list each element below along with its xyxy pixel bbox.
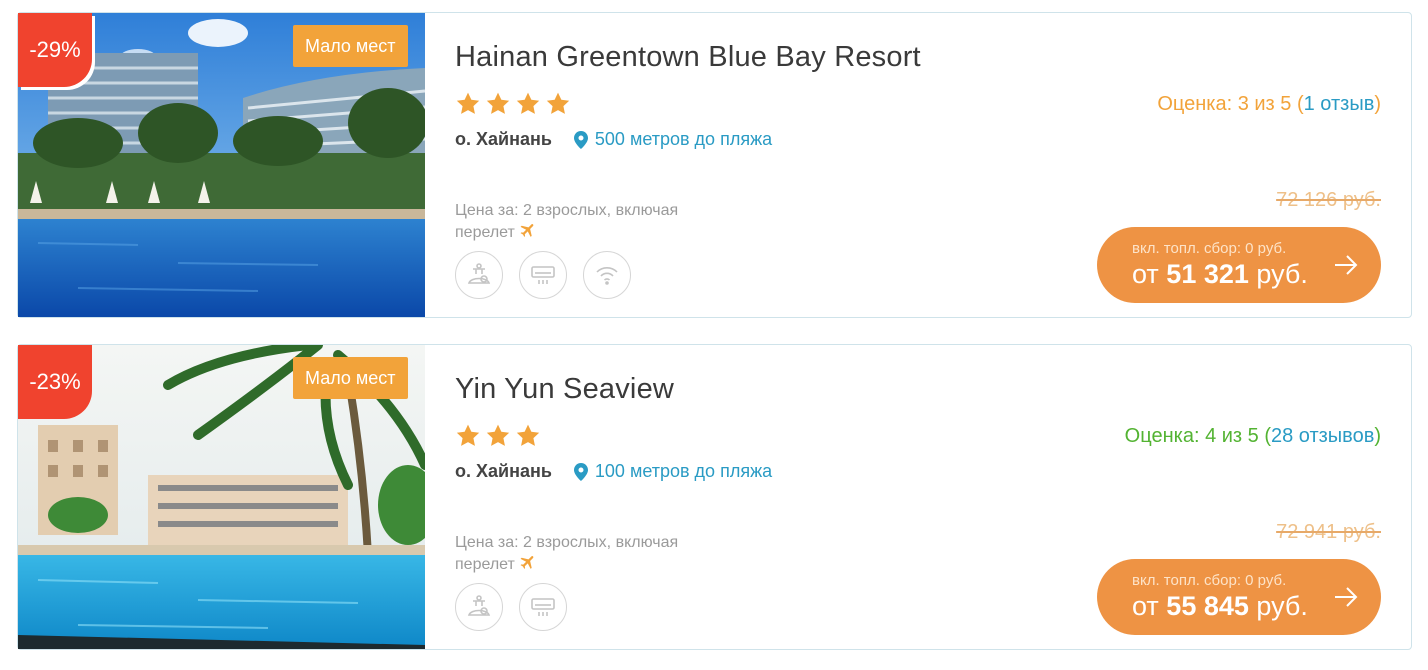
review-rating: Оценка: 3 из 5 (1 отзыв) (1157, 93, 1381, 116)
spa-icon[interactable] (455, 583, 503, 631)
arrow-right-icon (1333, 585, 1359, 614)
price-value: 55 845 (1166, 591, 1249, 621)
wifi-icon[interactable] (583, 251, 631, 299)
amenities-list (455, 583, 567, 631)
air-conditioner-icon[interactable] (519, 583, 567, 631)
fuel-fee-label: вкл. топл. сбор: 0 руб. (1132, 240, 1287, 257)
rating-prefix: Оценка: (1157, 93, 1238, 115)
rating-score: 4 (1205, 425, 1217, 447)
review-rating: Оценка: 4 из 5 (28 отзывов) (1125, 425, 1381, 448)
star-icon (516, 424, 540, 446)
island-label: о. Хайнань (455, 461, 552, 481)
price-currency: руб. (1248, 259, 1308, 289)
old-price: 72 126 руб. (1276, 189, 1381, 211)
location-row: о. Хайнань 500 метров до пляжа (455, 129, 772, 150)
star-icon (516, 92, 540, 114)
fuel-fee-label: вкл. топл. сбор: 0 руб. (1132, 572, 1287, 589)
rating-suffix: ) (1374, 425, 1381, 447)
hotel-card[interactable]: -23% Мало мест Yin Yun Seaview о. Хайнан… (17, 344, 1412, 650)
reviews-link[interactable]: 28 отзывов (1271, 425, 1374, 447)
price-for-label: Цена за: 2 взрослых, включая (455, 534, 679, 551)
price-from: от (1132, 591, 1167, 621)
price-label: от 55 845 руб. (1132, 591, 1308, 622)
price-label: от 51 321 руб. (1132, 259, 1308, 290)
rating-prefix: Оценка: (1124, 425, 1206, 447)
hotel-name[interactable]: Hainan Greentown Blue Bay Resort (455, 41, 921, 74)
flight-included-label: перелет (455, 556, 515, 574)
flight-included-label: перелет (455, 224, 515, 242)
star-icon (546, 92, 570, 114)
price-description: Цена за: 2 взрослых, включая перелет (455, 533, 678, 577)
hotel-card[interactable]: -29% Мало мест Hainan Greentown Blue Bay… (17, 12, 1412, 318)
air-conditioner-icon[interactable] (519, 251, 567, 299)
price-for-label: Цена за: 2 взрослых, включая (455, 202, 679, 219)
star-icon (456, 92, 480, 114)
rating-suffix: ) (1374, 93, 1381, 115)
spa-icon[interactable] (455, 251, 503, 299)
discount-badge: -29% (18, 13, 92, 87)
rating-middle: из 5 ( (1248, 93, 1304, 115)
map-pin-icon (573, 130, 588, 149)
price-currency: руб. (1248, 591, 1308, 621)
star-rating (455, 91, 571, 117)
star-rating (455, 423, 541, 449)
star-icon (456, 424, 480, 446)
plane-icon (519, 553, 537, 577)
amenities-list (455, 251, 631, 299)
plane-icon (519, 221, 537, 245)
price-value: 51 321 (1166, 259, 1249, 289)
beach-distance-link[interactable]: 100 метров до пляжа (595, 461, 772, 482)
beach-distance-link[interactable]: 500 метров до пляжа (595, 129, 772, 150)
rating-score: 3 (1237, 93, 1249, 115)
arrow-right-icon (1333, 253, 1359, 282)
hotel-name[interactable]: Yin Yun Seaview (455, 373, 674, 406)
price-description: Цена за: 2 взрослых, включая перелет (455, 201, 678, 245)
star-icon (486, 424, 510, 446)
book-button[interactable]: вкл. топл. сбор: 0 руб. от 51 321 руб. (1097, 227, 1381, 303)
book-button[interactable]: вкл. топл. сбор: 0 руб. от 55 845 руб. (1097, 559, 1381, 635)
old-price: 72 941 руб. (1276, 521, 1381, 543)
hotel-photo[interactable]: -23% Мало мест (18, 345, 425, 649)
island-label: о. Хайнань (455, 129, 552, 149)
reviews-link[interactable]: 1 отзыв (1304, 93, 1375, 115)
rating-middle: из 5 ( (1216, 425, 1271, 447)
few-seats-badge: Мало мест (293, 357, 408, 399)
star-icon (486, 92, 510, 114)
map-pin-icon (573, 462, 588, 481)
price-from: от (1132, 259, 1167, 289)
discount-badge: -23% (18, 345, 92, 419)
hotel-photo[interactable]: -29% Мало мест (18, 13, 425, 317)
location-row: о. Хайнань 100 метров до пляжа (455, 461, 772, 482)
few-seats-badge: Мало мест (293, 25, 408, 67)
